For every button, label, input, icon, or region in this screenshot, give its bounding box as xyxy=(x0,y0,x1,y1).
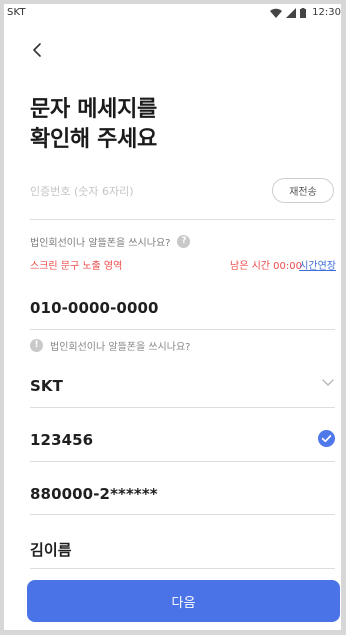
code-value-field[interactable]: 123456 xyxy=(30,426,335,462)
title-line-1: 문자 메세지를 xyxy=(30,97,157,122)
carrier-label: SKT xyxy=(7,7,26,18)
resend-button[interactable]: 재전송 xyxy=(272,178,334,203)
remaining-time: 남은 시간 00:00 xyxy=(230,261,302,272)
phone-frame: SKT 12:30 문자 메세지를 확인해 주세요 인증번호 (숫자 6자리) … xyxy=(0,0,346,635)
wifi-icon xyxy=(270,8,283,18)
phone-number-field[interactable]: 010-0000-0000 xyxy=(30,294,335,330)
check-circle-icon xyxy=(318,430,335,447)
next-button[interactable]: 다음 xyxy=(27,580,340,622)
info-circle-icon: ! xyxy=(30,339,43,352)
chevron-down-icon xyxy=(322,379,334,386)
question-text: 법인회선이나 알뜰폰을 쓰시나요? xyxy=(30,238,171,249)
info-text: 법인회선이나 알뜰폰을 쓰시나요? xyxy=(50,342,191,353)
code-value: 123456 xyxy=(30,431,94,449)
verification-screen: SKT 12:30 문자 메세지를 확인해 주세요 인증번호 (숫자 6자리) … xyxy=(4,4,341,630)
name-field[interactable]: 김이름 xyxy=(30,534,335,569)
page-title: 문자 메세지를 확인해 주세요 xyxy=(30,95,157,155)
question-circle-icon[interactable]: ? xyxy=(177,235,191,248)
chevron-left-icon[interactable] xyxy=(29,41,47,59)
extend-time-link[interactable]: 시간연장 xyxy=(299,260,336,273)
screen-notice-text: 스크린 문구 노출 영역 xyxy=(30,261,123,272)
telecom-value: SKT xyxy=(30,377,63,395)
phone-number-value: 010-0000-0000 xyxy=(30,299,159,317)
title-line-2: 확인해 주세요 xyxy=(30,127,157,152)
info-row: ! 법인회선이나 알뜰폰을 쓰시나요? xyxy=(30,338,190,353)
status-time: 12:30 xyxy=(312,7,341,18)
verification-code-input[interactable] xyxy=(30,185,250,198)
question-row: 법인회선이나 알뜰폰을 쓰시나요? ? xyxy=(30,234,191,249)
resident-number-value: 880000-2****** xyxy=(30,485,158,503)
name-value: 김이름 xyxy=(30,541,72,559)
resident-number-field[interactable]: 880000-2****** xyxy=(30,480,335,515)
verification-code-field: 재전송 xyxy=(30,178,335,220)
battery-icon xyxy=(300,7,307,18)
signal-icon xyxy=(286,7,297,18)
telecom-select[interactable]: SKT xyxy=(30,372,335,408)
status-bar: SKT 12:30 xyxy=(4,4,341,22)
status-icons: 12:30 xyxy=(270,7,341,18)
